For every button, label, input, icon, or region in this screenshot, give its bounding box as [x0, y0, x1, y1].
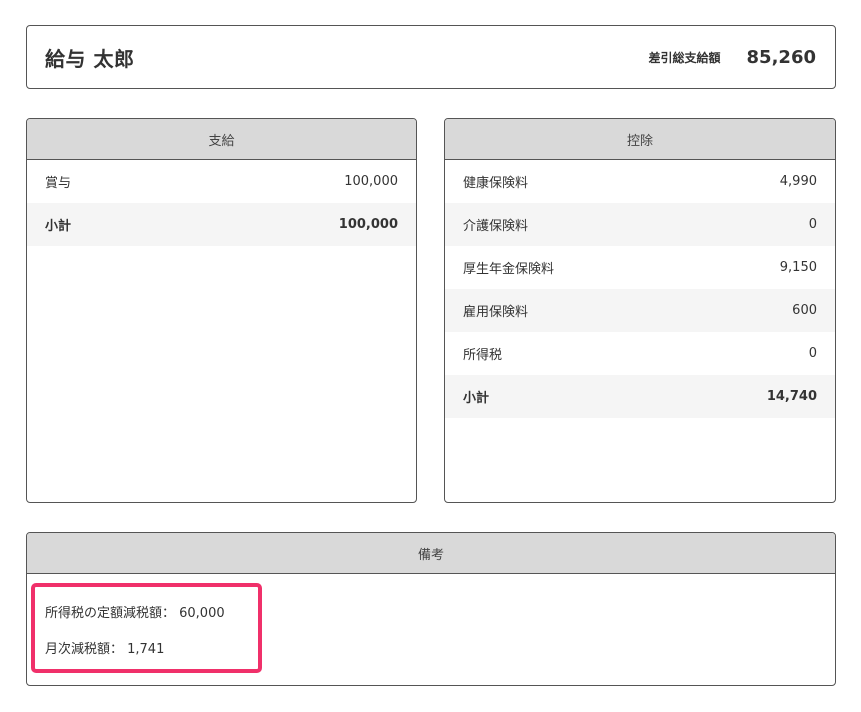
payments-subtotal-value: 100,000: [338, 217, 398, 232]
deduction-row-value: 0: [808, 217, 817, 232]
payments-panel: 支給 賞与 100,000 小計 100,000: [26, 118, 417, 503]
payslip-header: 給与 太郎 差引総支給額 85,260: [26, 25, 836, 89]
deduction-row-value: 4,990: [779, 174, 817, 189]
net-pay-label: 差引総支給額: [648, 50, 721, 65]
deduction-row: 健康保険料 4,990: [445, 160, 835, 203]
deduction-row-label: 所得税: [463, 348, 503, 363]
notes-panel-title: 備考: [27, 533, 835, 574]
net-pay: 差引総支給額 85,260: [649, 47, 816, 68]
deductions-subtotal-value: 14,740: [766, 389, 817, 404]
deduction-row-value: 600: [792, 303, 817, 318]
net-pay-value: 85,260: [746, 46, 816, 68]
payment-row-value: 100,000: [344, 174, 398, 189]
deduction-row: 所得税 0: [445, 332, 835, 375]
deduction-row: 介護保険料 0: [445, 203, 835, 246]
deductions-subtotal-label: 小計: [463, 391, 490, 406]
payments-subtotal-row: 小計 100,000: [27, 203, 416, 246]
deduction-row-label: 厚生年金保険料: [463, 262, 555, 277]
deductions-panel-title: 控除: [445, 119, 835, 160]
note-monthly-tax-reduction: 月次減税額： 1,741: [45, 642, 165, 657]
payment-row: 賞与 100,000: [27, 160, 416, 203]
deduction-row: 雇用保険料 600: [445, 289, 835, 332]
deductions-panel: 控除 健康保険料 4,990 介護保険料 0 厚生年金保険料 9,150 雇用保…: [444, 118, 836, 503]
deduction-row: 厚生年金保険料 9,150: [445, 246, 835, 289]
deductions-subtotal-row: 小計 14,740: [445, 375, 835, 418]
payment-row-label: 賞与: [45, 176, 72, 191]
deduction-row-label: 雇用保険料: [463, 305, 529, 320]
notes-panel: 備考 所得税の定額減税額： 60,000 月次減税額： 1,741: [26, 532, 836, 686]
employee-name: 給与 太郎: [45, 46, 135, 71]
deduction-row-value: 0: [808, 346, 817, 361]
note-flat-tax-reduction: 所得税の定額減税額： 60,000: [45, 606, 225, 621]
deduction-row-label: 健康保険料: [463, 176, 529, 191]
deduction-row-label: 介護保険料: [463, 219, 529, 234]
payments-subtotal-label: 小計: [45, 219, 72, 234]
deduction-row-value: 9,150: [779, 260, 817, 275]
payments-panel-title: 支給: [27, 119, 416, 160]
